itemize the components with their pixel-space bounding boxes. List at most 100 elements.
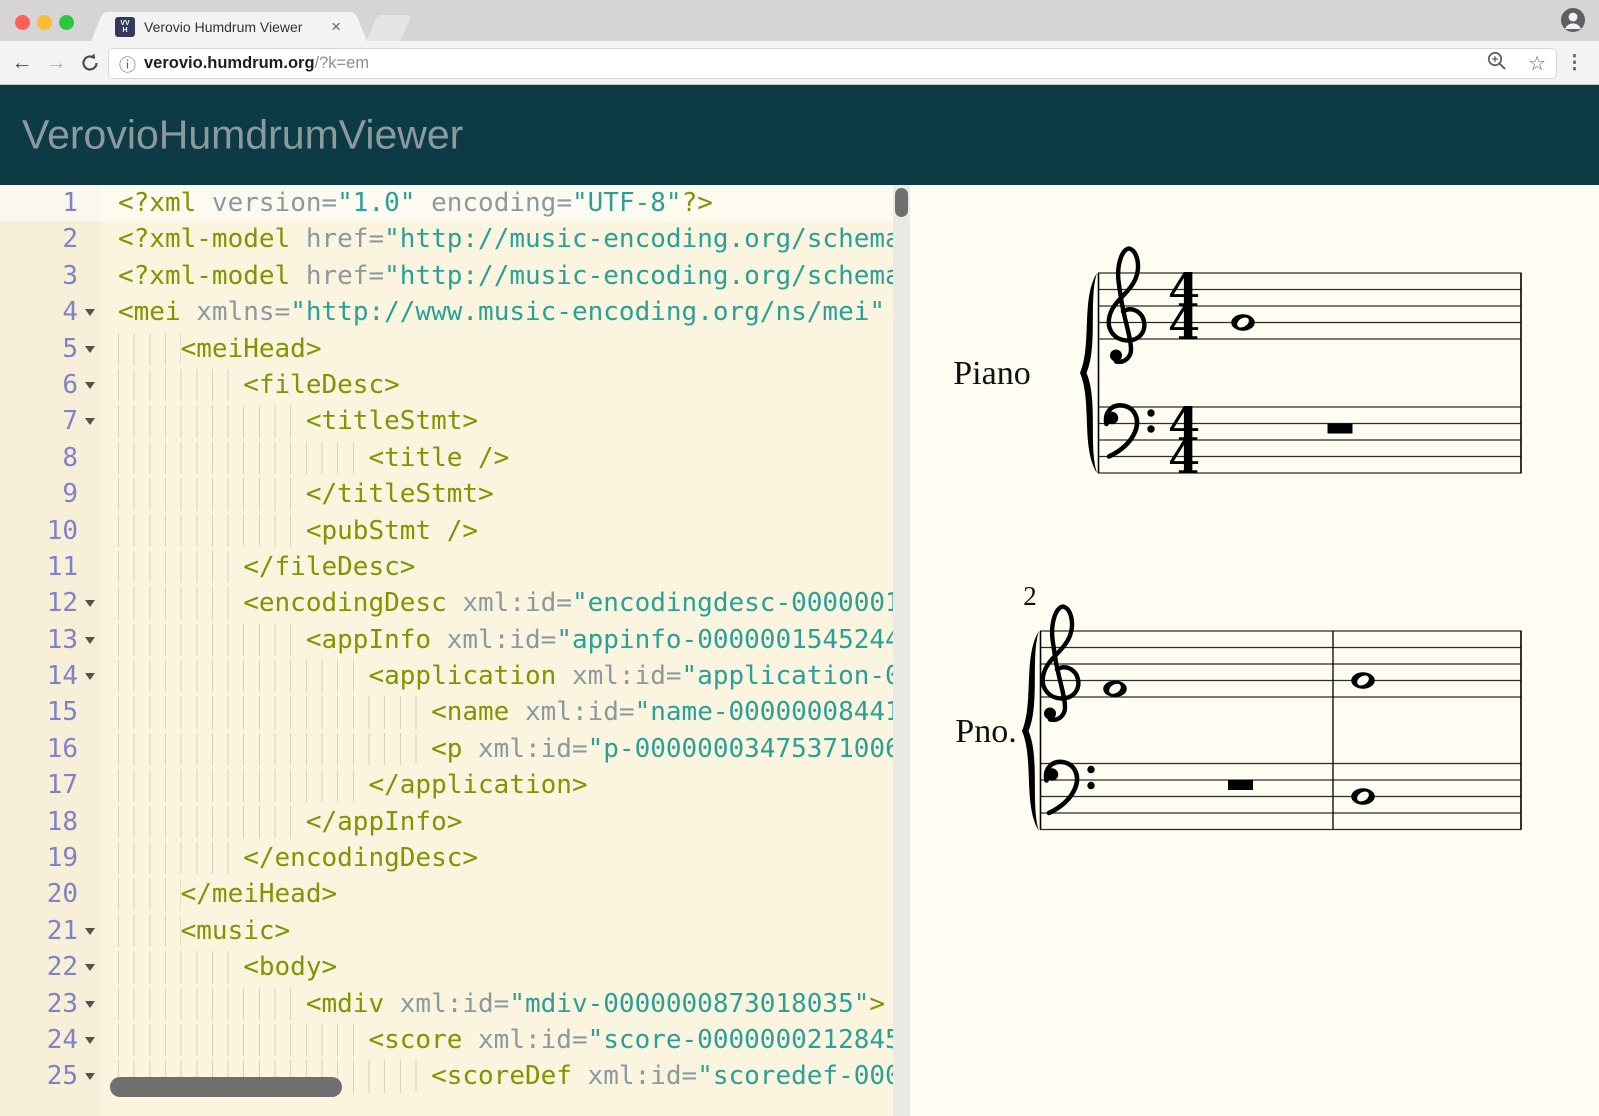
line-number: 16 — [47, 731, 78, 767]
url-address-bar[interactable]: ⓘ verovio.humdrum.org /?k=em ☆ — [108, 48, 1557, 79]
whole-note-m3-treble[interactable] — [1351, 672, 1375, 688]
editor-line[interactable]: 22 <body> — [0, 949, 910, 985]
url-path: /?k=em — [315, 54, 370, 73]
refresh-button[interactable] — [76, 49, 104, 77]
code-line[interactable]: <fileDesc> — [100, 367, 910, 403]
code-line[interactable]: <?xml version="1.0" encoding="UTF-8"?> — [100, 185, 910, 221]
editor-line[interactable]: 23 <mdiv xml:id="mdiv-0000000873018035"> — [0, 986, 910, 1022]
fold-arrow-icon[interactable] — [85, 309, 95, 316]
fold-arrow-icon[interactable] — [85, 964, 95, 971]
code-line[interactable]: <body> — [100, 949, 910, 985]
whole-note-m3-bass[interactable] — [1351, 788, 1375, 804]
editor-line[interactable]: 21 <music> — [0, 913, 910, 949]
indent-guides — [118, 369, 243, 401]
editor-line[interactable]: 14 <application xml:id="application-00" — [0, 658, 910, 694]
page-info-icon[interactable]: ⓘ — [119, 51, 136, 76]
app-header: VerovioHumdrumViewer ? Play — [0, 85, 1599, 185]
whole-note-m1-treble[interactable] — [1231, 314, 1255, 330]
fold-arrow-icon[interactable] — [85, 928, 95, 935]
editor-line[interactable]: 5 <meiHead> — [0, 331, 910, 367]
fold-arrow-icon[interactable] — [85, 673, 95, 680]
editor-line[interactable]: 13 <appInfo xml:id="appinfo-000000154524… — [0, 622, 910, 658]
editor-line[interactable]: 12 <encodingDesc xml:id="encodingdesc-00… — [0, 585, 910, 621]
editor-line[interactable]: 20 </meiHead> — [0, 876, 910, 912]
code-line[interactable]: </appInfo> — [100, 804, 910, 840]
code-line[interactable]: </fileDesc> — [100, 549, 910, 585]
tab-close-icon[interactable]: × — [329, 18, 343, 35]
url-host: verovio.humdrum.org — [144, 54, 315, 73]
editor-line[interactable]: 2<?xml-model href="http://music-encoding… — [0, 221, 910, 257]
editor-line[interactable]: 24 <score xml:id="score-00000002128458" — [0, 1022, 910, 1058]
code-line[interactable]: </meiHead> — [100, 876, 910, 912]
editor-line[interactable]: 9 </titleStmt> — [0, 476, 910, 512]
browser-tab[interactable]: VV H Verovio Humdrum Viewer × — [105, 12, 353, 41]
editor-line[interactable]: 16 <p xml:id="p-00000003475371006"> — [0, 731, 910, 767]
whole-rest-m1-bass[interactable] — [1328, 424, 1353, 434]
fold-arrow-icon[interactable] — [85, 1001, 95, 1008]
forward-button[interactable]: → — [42, 49, 70, 77]
traffic-light-minimize-icon[interactable] — [37, 15, 52, 30]
code-editor[interactable]: 1<?xml version="1.0" encoding="UTF-8"?>2… — [0, 185, 910, 1116]
fold-arrow-icon[interactable] — [85, 1073, 95, 1080]
code-line[interactable]: <mei xmlns="http://www.music-encoding.or… — [100, 294, 910, 330]
traffic-light-maximize-icon[interactable] — [59, 15, 74, 30]
gutter-cell: 12 — [0, 585, 100, 621]
editor-line[interactable]: 3<?xml-model href="http://music-encoding… — [0, 258, 910, 294]
tab-strip: VV H Verovio Humdrum Viewer × — [0, 0, 1599, 41]
code-line[interactable]: </titleStmt> — [100, 476, 910, 512]
editor-vertical-scrollbar-track[interactable] — [893, 185, 910, 1116]
browser-toolbar: ← → ⓘ verovio.humdrum.org /?k=em ☆ — [0, 41, 1599, 85]
treble-clef-icon — [1043, 607, 1079, 720]
fold-arrow-icon[interactable] — [85, 1037, 95, 1044]
indent-guides — [118, 624, 306, 656]
editor-line[interactable]: 7 <titleStmt> — [0, 403, 910, 439]
code-line[interactable]: <?xml-model href="http://music-encoding.… — [100, 221, 910, 257]
code-line[interactable]: <application xml:id="application-00" — [100, 658, 910, 694]
fold-arrow-icon[interactable] — [85, 418, 95, 425]
code-line[interactable]: <score xml:id="score-00000002128458" — [100, 1022, 910, 1058]
browser-menu-icon[interactable]: ⋮ — [1565, 51, 1584, 74]
gutter-cell: 20 — [0, 876, 100, 912]
code-line[interactable]: </encodingDesc> — [100, 840, 910, 876]
code-line[interactable]: <music> — [100, 913, 910, 949]
fold-arrow-icon[interactable] — [85, 346, 95, 353]
code-line[interactable]: <appInfo xml:id="appinfo-00000015452447" — [100, 622, 910, 658]
page-zoom-icon[interactable] — [1486, 50, 1508, 77]
editor-line[interactable]: 19 </encodingDesc> — [0, 840, 910, 876]
traffic-light-close-icon[interactable] — [15, 15, 30, 30]
code-line[interactable]: </application> — [100, 767, 910, 803]
back-button[interactable]: ← — [8, 49, 36, 77]
code-line[interactable]: <pubStmt /> — [100, 513, 910, 549]
line-number: 24 — [47, 1022, 78, 1058]
editor-line[interactable]: 17 </application> — [0, 767, 910, 803]
code-line[interactable]: <meiHead> — [100, 331, 910, 367]
fold-arrow-icon[interactable] — [85, 600, 95, 607]
code-line[interactable]: <p xml:id="p-00000003475371006"> — [100, 731, 910, 767]
code-line[interactable]: <?xml-model href="http://music-encoding.… — [100, 258, 910, 294]
code-line[interactable]: <title /> — [100, 440, 910, 476]
profile-icon[interactable] — [1560, 7, 1586, 38]
editor-line[interactable]: 1<?xml version="1.0" encoding="UTF-8"?> — [0, 185, 910, 221]
code-line[interactable]: <name xml:id="name-000000084412" — [100, 694, 910, 730]
gutter-cell: 15 — [0, 694, 100, 730]
code-line[interactable]: <encodingDesc xml:id="encodingdesc-00000… — [100, 585, 910, 621]
editor-line[interactable]: 15 <name xml:id="name-000000084412" — [0, 694, 910, 730]
fold-arrow-icon[interactable] — [85, 637, 95, 644]
fold-arrow-icon[interactable] — [85, 382, 95, 389]
editor-line[interactable]: 4<mei xmlns="http://www.music-encoding.o… — [0, 294, 910, 330]
editor-line[interactable]: 11 </fileDesc> — [0, 549, 910, 585]
code-line[interactable]: <titleStmt> — [100, 403, 910, 439]
code-line[interactable]: <mdiv xml:id="mdiv-0000000873018035"> — [100, 986, 910, 1022]
indent-guides — [118, 915, 181, 947]
bookmark-star-icon[interactable]: ☆ — [1528, 51, 1546, 76]
editor-line[interactable]: 10 <pubStmt /> — [0, 513, 910, 549]
editor-line[interactable]: 18 </appInfo> — [0, 804, 910, 840]
line-number: 11 — [47, 549, 78, 585]
editor-line[interactable]: 6 <fileDesc> — [0, 367, 910, 403]
new-tab-button[interactable] — [366, 15, 412, 41]
whole-rest-m2-bass[interactable] — [1228, 780, 1253, 790]
editor-horizontal-scrollbar-thumb[interactable] — [110, 1077, 342, 1097]
editor-vertical-scrollbar-thumb[interactable] — [895, 188, 908, 217]
whole-note-m2-treble[interactable] — [1103, 681, 1127, 697]
editor-line[interactable]: 8 <title /> — [0, 440, 910, 476]
